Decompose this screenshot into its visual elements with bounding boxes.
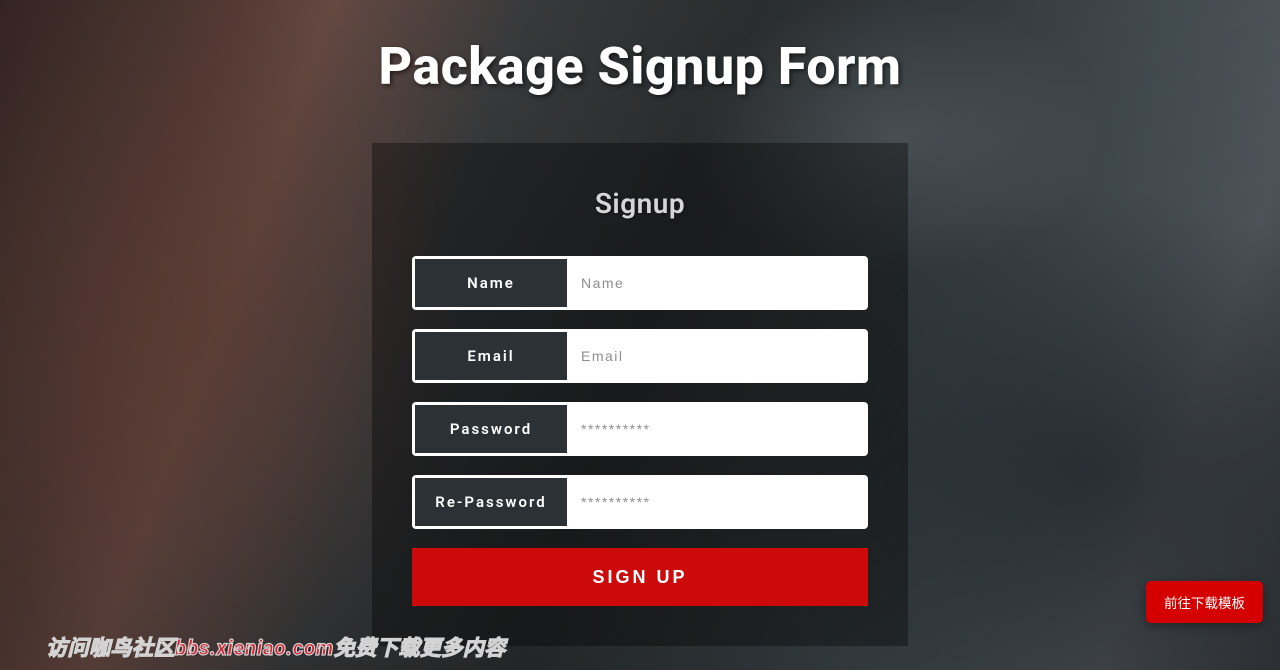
form-heading: Signup — [412, 187, 868, 220]
email-row: Email — [412, 329, 868, 383]
password-row: Password — [412, 402, 868, 456]
email-label: Email — [415, 332, 567, 380]
name-label: Name — [415, 259, 567, 307]
repassword-label: Re-Password — [415, 478, 567, 526]
email-input[interactable] — [567, 332, 865, 380]
signup-form-card: Signup Name Email Password Re-Password S… — [372, 143, 908, 646]
page-title: Package Signup Form — [0, 0, 1280, 97]
repassword-row: Re-Password — [412, 475, 868, 529]
password-label: Password — [415, 405, 567, 453]
name-input[interactable] — [567, 259, 865, 307]
repassword-input[interactable] — [567, 478, 865, 526]
promo-text: 访问咖鸟社区bbs.xieniao.com免费下载更多内容 — [46, 632, 506, 662]
name-row: Name — [412, 256, 868, 310]
password-input[interactable] — [567, 405, 865, 453]
signup-button[interactable]: SIGN UP — [412, 548, 868, 606]
download-template-button[interactable]: 前往下载模板 — [1146, 581, 1263, 623]
